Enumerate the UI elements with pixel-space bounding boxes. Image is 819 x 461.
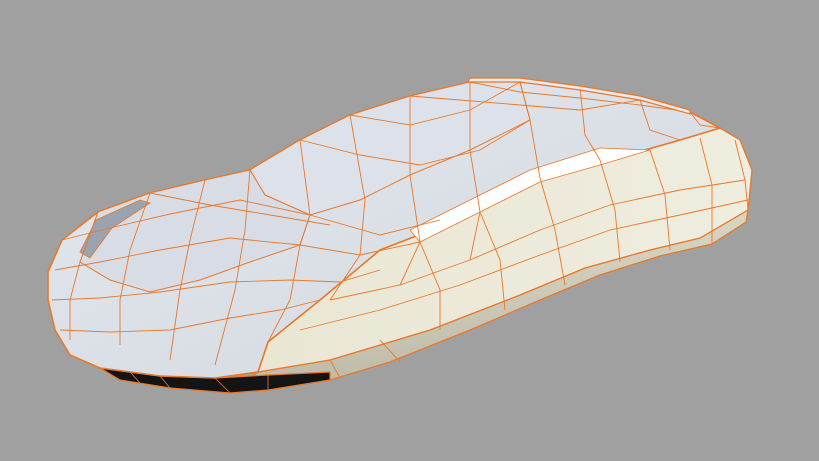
car-body-mesh[interactable] [47,77,753,394]
3d-viewport[interactable] [0,0,819,461]
viewport-canvas[interactable] [0,0,819,461]
